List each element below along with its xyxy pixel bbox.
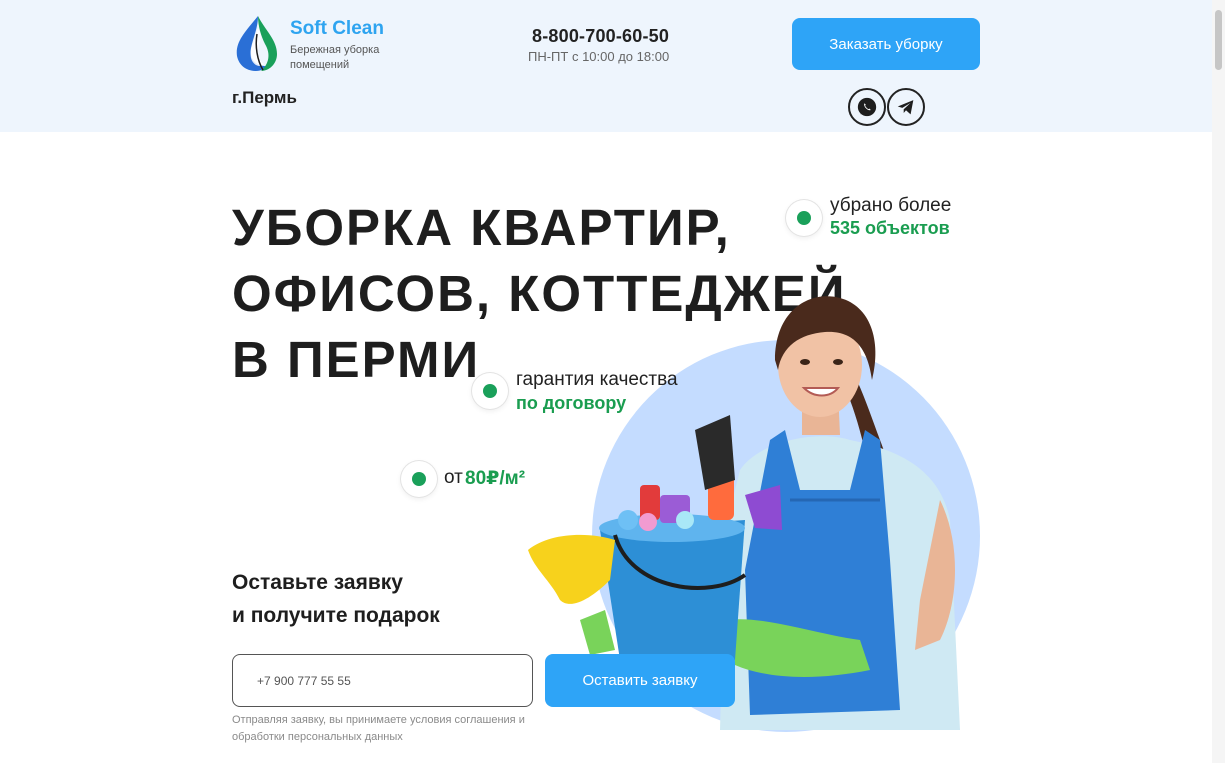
feature-2-highlight: по договору bbox=[516, 393, 627, 413]
form-title: Оставьте заявку и получите подарок bbox=[232, 566, 440, 632]
feature-1-marker bbox=[786, 200, 822, 236]
form-title-line-2: и получите подарок bbox=[232, 604, 440, 627]
headline-line-1: УБОРКА КВАРТИР, bbox=[232, 199, 731, 256]
telegram-icon bbox=[897, 100, 914, 115]
scrollbar-thumb[interactable] bbox=[1215, 10, 1222, 70]
brand-tagline: Бережная уборка помещений bbox=[290, 44, 380, 71]
phone-input[interactable] bbox=[232, 654, 533, 707]
brand-name: Soft Clean bbox=[290, 18, 384, 39]
site-header: Soft Clean Бережная уборка помещений г.П… bbox=[0, 0, 1212, 132]
telegram-link[interactable] bbox=[887, 88, 925, 126]
price-prefix: от bbox=[444, 467, 463, 488]
price-marker bbox=[401, 461, 437, 497]
scrollbar[interactable] bbox=[1212, 0, 1225, 763]
feature-2-text: гарантия качества bbox=[516, 369, 678, 390]
logo-icon bbox=[236, 16, 277, 71]
feature-1-text: убрано более bbox=[830, 195, 952, 216]
feature-2-marker bbox=[472, 373, 508, 409]
whatsapp-icon bbox=[857, 97, 877, 117]
submit-request-button[interactable]: Оставить заявку bbox=[545, 654, 735, 707]
price-value: 80₽/м² bbox=[465, 468, 526, 489]
working-hours: ПН-ПТ с 10:00 до 18:00 bbox=[528, 49, 670, 64]
consent-text: Отправляя заявку, вы принимаете условия … bbox=[232, 714, 525, 743]
form-title-line-1: Оставьте заявку bbox=[232, 571, 403, 594]
whatsapp-link[interactable] bbox=[848, 88, 886, 126]
city-label: г.Пермь bbox=[232, 88, 297, 107]
order-cleaning-button[interactable]: Заказать уборку bbox=[792, 18, 980, 70]
feature-1-highlight: 535 объектов bbox=[830, 218, 950, 238]
phone-number[interactable]: 8-800-700-60-50 bbox=[532, 26, 669, 47]
